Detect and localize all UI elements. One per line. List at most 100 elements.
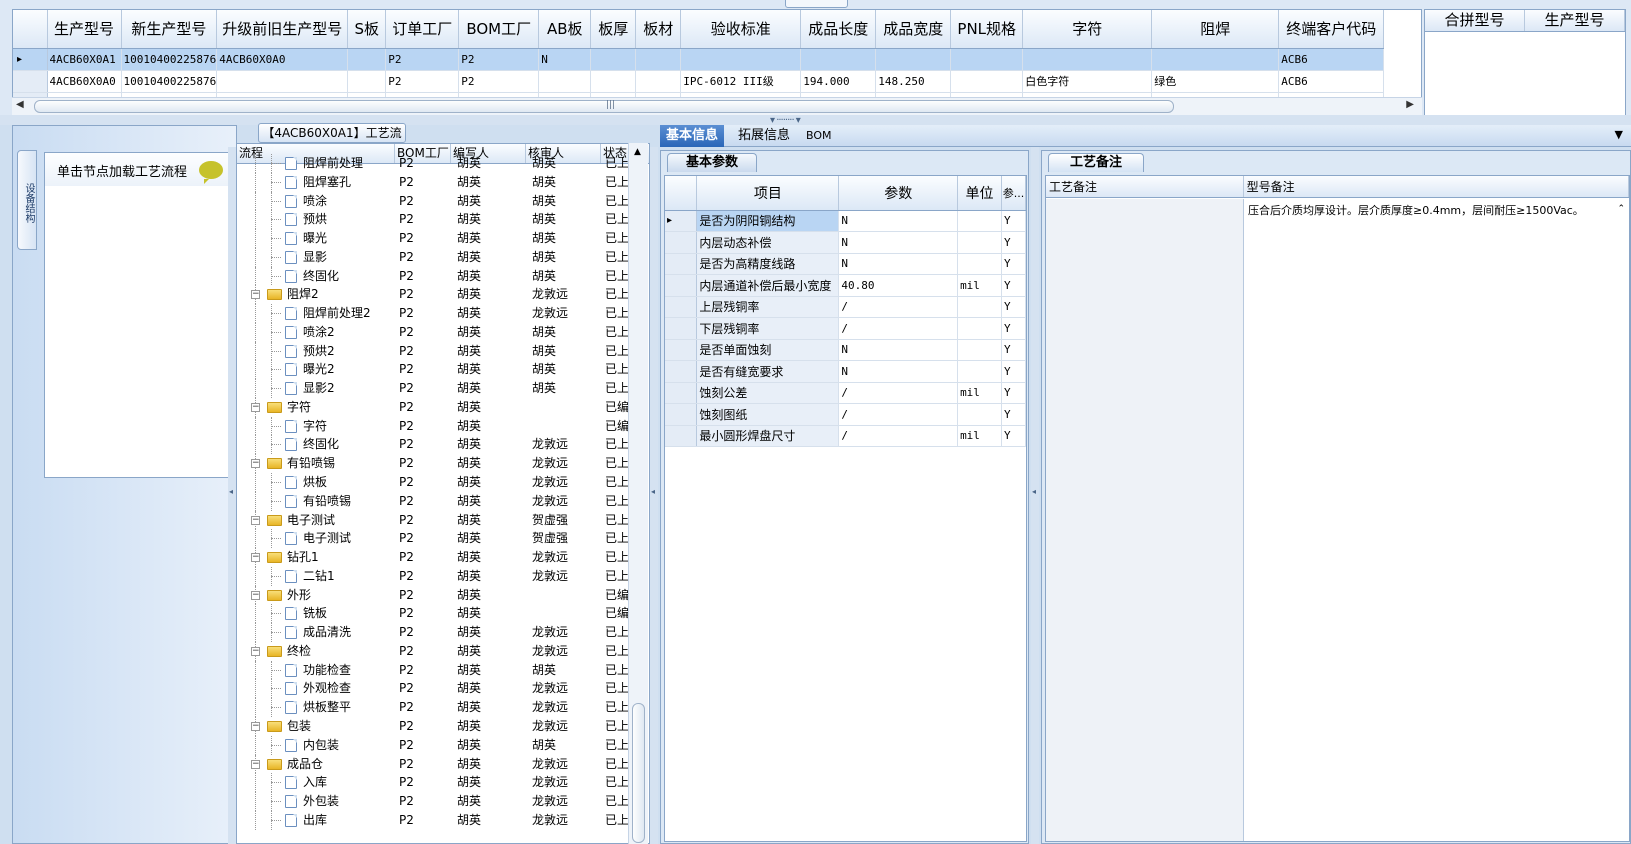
tree-row[interactable]: −阻焊2P2胡英龙敦远已上网 bbox=[237, 285, 649, 305]
col-header[interactable]: 终端客户代码 bbox=[1278, 10, 1385, 49]
row-indicator[interactable] bbox=[665, 360, 698, 383]
table-cell[interactable] bbox=[800, 48, 877, 71]
param-value[interactable]: / bbox=[838, 382, 959, 404]
tree-row[interactable]: 预烘2P2胡英胡英已上网 bbox=[237, 341, 649, 361]
table-cell[interactable]: P2 bbox=[458, 48, 540, 71]
param-row[interactable]: 上层残铜率 / Y bbox=[665, 296, 1026, 318]
col-header[interactable]: 板材 bbox=[635, 10, 682, 49]
param-row[interactable]: 内层通道补偿后最小宽度 40.80 mil Y bbox=[665, 274, 1026, 297]
table-cell[interactable] bbox=[680, 48, 802, 71]
param-unit[interactable] bbox=[957, 360, 1002, 383]
param-row[interactable]: 最小圆形焊盘尺寸 / mil Y bbox=[665, 425, 1026, 447]
row-indicator[interactable] bbox=[665, 339, 698, 361]
tree-node-label[interactable]: 阻焊2 bbox=[287, 285, 319, 303]
notes-col-process[interactable]: 工艺备注 bbox=[1046, 176, 1244, 197]
tree-row[interactable]: −有铅喷锡P2胡英龙敦远已上网 bbox=[237, 454, 649, 474]
param-flag[interactable]: Y bbox=[1001, 360, 1026, 383]
tree-row[interactable]: −成品仓P2胡英龙敦远已上网 bbox=[237, 754, 649, 774]
param-flag[interactable]: Y bbox=[1001, 339, 1026, 361]
tree-row[interactable]: 喷涂2P2胡英胡英已上网 bbox=[237, 322, 649, 342]
production-model-header[interactable]: 生产型号 bbox=[1525, 10, 1625, 31]
param-value[interactable]: N bbox=[838, 360, 959, 383]
param-item[interactable]: 是否单面蚀刻 bbox=[696, 339, 840, 361]
collapse-icon[interactable]: − bbox=[251, 590, 260, 600]
tree-node-label[interactable]: 预烘2 bbox=[303, 342, 335, 360]
table-cell[interactable] bbox=[1022, 48, 1153, 71]
param-flag[interactable]: Y bbox=[1001, 425, 1026, 447]
param-item[interactable]: 蚀刻公差 bbox=[696, 382, 840, 404]
notes-col-model[interactable]: 型号备注 bbox=[1244, 176, 1629, 197]
col-header[interactable]: S板 bbox=[347, 10, 387, 49]
row-indicator[interactable]: ▸ bbox=[665, 210, 698, 232]
param-flag[interactable]: Y bbox=[1001, 382, 1026, 404]
tree-node-label[interactable]: 电子测试 bbox=[303, 529, 351, 547]
table-cell[interactable] bbox=[635, 70, 682, 93]
tree-node-label[interactable]: 显影2 bbox=[303, 379, 335, 397]
tree-row[interactable]: 曝光P2胡英胡英已上网 bbox=[237, 229, 649, 248]
param-flag[interactable]: Y bbox=[1001, 317, 1026, 340]
col-header[interactable]: BOM工厂 bbox=[458, 10, 540, 49]
param-unit[interactable] bbox=[957, 403, 1002, 426]
param-row[interactable]: 是否有缝宽要求 N Y bbox=[665, 360, 1026, 383]
collapse-icon[interactable]: − bbox=[251, 290, 260, 300]
param-value[interactable]: / bbox=[838, 403, 959, 426]
tree-node-label[interactable]: 功能检查 bbox=[303, 661, 351, 679]
param-row[interactable]: 内层动态补偿 N Y bbox=[665, 231, 1026, 254]
tree-node-label[interactable]: 成品清洗 bbox=[303, 623, 351, 641]
param-item[interactable]: 蚀刻图纸 bbox=[696, 403, 840, 426]
tab-bom[interactable]: BOM bbox=[800, 125, 838, 147]
merge-model-header[interactable]: 合拼型号 bbox=[1425, 10, 1525, 31]
table-cell[interactable]: 10010400225876 bbox=[121, 48, 218, 71]
main-info-tab[interactable] bbox=[785, 0, 848, 8]
param-item[interactable]: 上层残铜率 bbox=[696, 296, 840, 318]
tree-node-label[interactable]: 终固化 bbox=[303, 267, 339, 285]
row-indicator[interactable] bbox=[665, 403, 698, 426]
table-cell[interactable] bbox=[347, 70, 387, 93]
tab-basic-info[interactable]: 基本信息 bbox=[660, 125, 725, 147]
collapse-icon[interactable]: − bbox=[251, 721, 260, 731]
tree-node-label[interactable]: 阻焊前处理2 bbox=[303, 304, 371, 322]
tree-row[interactable]: 阻焊前处理P2胡英胡英已上网 bbox=[237, 154, 649, 173]
param-row[interactable]: 下层残铜率 / Y bbox=[665, 317, 1026, 340]
table-cell[interactable]: P2 bbox=[385, 48, 460, 71]
param-item[interactable]: 下层残铜率 bbox=[696, 317, 840, 340]
param-row[interactable]: 蚀刻图纸 / Y bbox=[665, 403, 1026, 426]
param-unit[interactable] bbox=[957, 339, 1002, 361]
table-cell[interactable]: 4ACB60X0A1 bbox=[47, 48, 122, 71]
tree-node-label[interactable]: 阻焊前处理 bbox=[303, 154, 363, 172]
param-item[interactable]: 是否为高精度线路 bbox=[696, 253, 840, 275]
scroll-thumb[interactable] bbox=[34, 100, 1174, 113]
param-flag[interactable]: Y bbox=[1001, 253, 1026, 275]
tree-row[interactable]: −包装P2胡英龙敦远已上网 bbox=[237, 716, 649, 736]
table-cell[interactable]: 194.000 bbox=[800, 70, 877, 93]
process-notes-tab[interactable]: 工艺备注 bbox=[1048, 153, 1144, 172]
tree-row[interactable]: 功能检查P2胡英胡英已上网 bbox=[237, 660, 649, 680]
tree-row[interactable]: −终检P2胡英龙敦远已上网 bbox=[237, 641, 649, 661]
tree-node-label[interactable]: 有铅喷锡 bbox=[303, 492, 351, 510]
process-note-cell[interactable] bbox=[1046, 199, 1244, 841]
tree-row[interactable]: 曝光2P2胡英胡英已上网 bbox=[237, 360, 649, 380]
tree-row[interactable]: −字符P2胡英已编辑 bbox=[237, 397, 649, 417]
param-value[interactable]: N bbox=[838, 231, 959, 254]
col-header[interactable]: 成品长度 bbox=[800, 10, 877, 49]
table-cell[interactable] bbox=[590, 48, 637, 71]
col-header[interactable]: 阻焊 bbox=[1151, 10, 1280, 49]
horizontal-splitter[interactable]: ▾ ········ ▾ bbox=[0, 115, 1631, 126]
param-value[interactable]: / bbox=[838, 296, 959, 318]
row-indicator[interactable] bbox=[665, 382, 698, 404]
table-cell[interactable]: 148.250 bbox=[875, 70, 952, 93]
tree-node-label[interactable]: 烘板 bbox=[303, 473, 327, 491]
tree-row[interactable]: −电子测试P2胡英贺虚强已上网 bbox=[237, 510, 649, 530]
params-col-item[interactable]: 项目 bbox=[696, 176, 840, 211]
table-cell[interactable]: P2 bbox=[458, 70, 540, 93]
tree-node-label[interactable]: 外观检查 bbox=[303, 679, 351, 697]
param-value[interactable]: N bbox=[838, 210, 959, 232]
row-indicator[interactable] bbox=[665, 253, 698, 275]
col-header[interactable]: 升级前旧生产型号 bbox=[216, 10, 349, 49]
table-cell[interactable]: IPC-6012 III级 bbox=[680, 70, 802, 93]
param-item[interactable]: 最小圆形焊盘尺寸 bbox=[696, 425, 840, 447]
tree-row[interactable]: 显影2P2胡英胡英已上网 bbox=[237, 379, 649, 398]
tree-node-label[interactable]: 喷涂 bbox=[303, 192, 327, 210]
tree-node-label[interactable]: 有铅喷锡 bbox=[287, 454, 335, 472]
scroll-up-icon[interactable]: ⌃ bbox=[1617, 204, 1625, 214]
